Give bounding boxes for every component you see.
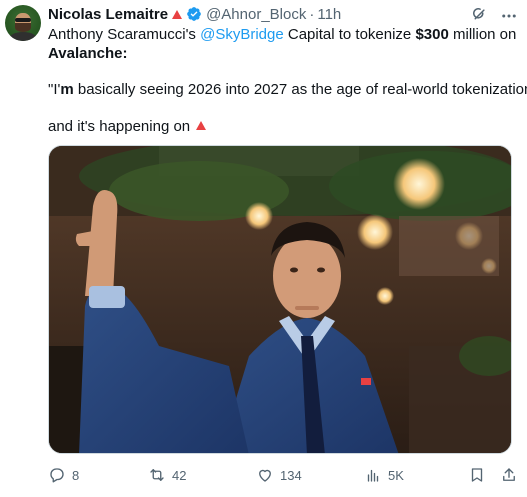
author-handle[interactable]: @Ahnor_Block — [206, 6, 306, 23]
like-count: 134 — [280, 467, 302, 483]
tweet-quote-line: "I'm basically seeing 2026 into 2027 as … — [48, 80, 527, 99]
tweet-photo[interactable] — [48, 145, 512, 454]
tweet-text-segment: million on — [448, 26, 517, 43]
verified-badge-icon — [187, 7, 201, 21]
header-separator: · — [309, 5, 315, 23]
amount-text: $300 — [415, 26, 449, 43]
heart-icon — [259, 469, 271, 482]
views-chart-icon — [367, 469, 379, 482]
mention-link[interactable]: @SkyBridge — [200, 26, 284, 43]
tweet-timestamp[interactable]: 11h — [317, 6, 341, 23]
view-count: 5K — [388, 467, 404, 483]
avatar[interactable] — [5, 5, 41, 41]
reply-count: 8 — [72, 467, 80, 483]
tweet-text-line-1: Anthony Scaramucci's @SkyBridge Capital … — [48, 25, 516, 44]
avalanche-icon — [196, 121, 207, 130]
repost-button[interactable]: 42 — [148, 463, 186, 487]
author-name[interactable]: Nicolas Lemaitre — [48, 6, 168, 23]
tweet-text-segment: m — [60, 81, 74, 98]
photo-illustration — [49, 146, 511, 453]
avalanche-icon — [172, 9, 183, 19]
share-button[interactable] — [500, 463, 524, 487]
repost-count: 42 — [172, 467, 187, 483]
more-icon[interactable] — [500, 7, 518, 25]
tweet-card[interactable]: Nicolas Lemaitre @Ahnor_Block · 11h Anth… — [0, 0, 527, 497]
tweet-text-segment: "I' — [48, 81, 61, 98]
network-name-text: Avalanche: — [48, 45, 128, 62]
tweet-text-line-2: Avalanche: — [48, 44, 127, 63]
tweet-text-line-4: and it's happening on — [48, 117, 207, 136]
like-button[interactable]: 134 — [256, 463, 302, 487]
tweet-header: Nicolas Lemaitre @Ahnor_Block · 11h — [48, 5, 341, 23]
tweet-text-segment: Capital to tokenize — [283, 26, 416, 43]
grok-icon[interactable] — [470, 6, 488, 24]
tweet-text-segment: and it's happening on — [48, 118, 191, 135]
share-icon — [503, 468, 515, 481]
bookmark-icon — [471, 468, 483, 482]
tweet-text-segment: Anthony Scaramucci's — [48, 26, 201, 43]
views-button[interactable]: 5K — [364, 463, 404, 487]
tweet-text-segment: basically seeing 2026 into 2027 as the a… — [73, 81, 527, 98]
reply-icon — [50, 468, 64, 483]
tweet-actions: 8 42 134 5K — [48, 463, 520, 487]
bookmark-button[interactable] — [468, 463, 492, 487]
repost-icon — [150, 469, 164, 481]
reply-button[interactable]: 8 — [48, 463, 79, 487]
